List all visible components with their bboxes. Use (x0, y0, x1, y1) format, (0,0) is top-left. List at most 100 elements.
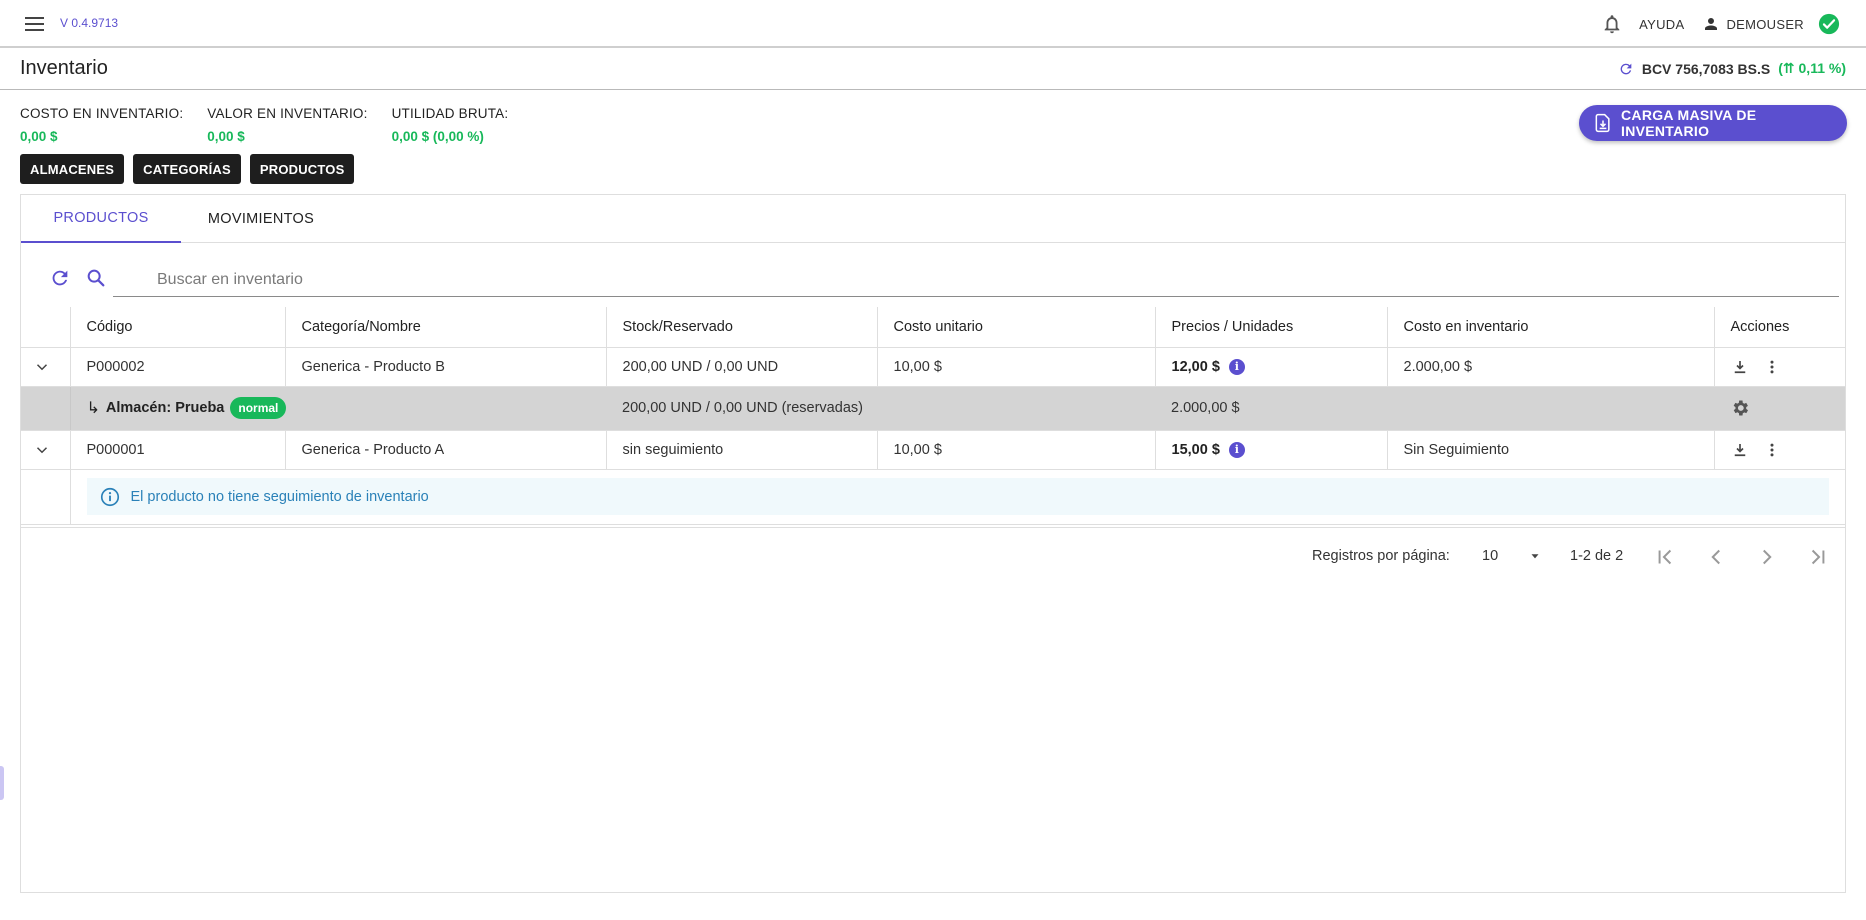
warehouse-row: ↳ Almacén: Prueba normal 200,00 UND / 0,00… (21, 386, 1845, 431)
help-link[interactable]: AYUDA (1639, 17, 1684, 32)
stat-gross-profit: UTILIDAD BRUTA: 0,00 $ (0,00 %) (392, 106, 509, 144)
chevron-down-icon[interactable] (33, 441, 70, 459)
column-header[interactable]: Precios / Unidades (1155, 307, 1388, 348)
product-stock: 200,00 UND / 0,00 UND (606, 347, 878, 387)
actions-cell (1714, 347, 1845, 387)
stat-value: 0,00 $ (20, 129, 58, 144)
section-buttons: ALMACENES CATEGORÍAS PRODUCTOS (20, 154, 355, 184)
tab-products[interactable]: PRODUCTOS (21, 195, 181, 243)
stat-label: COSTO EN INVENTARIO: (20, 106, 184, 121)
alert-row: El producto no tiene seguimiento de inve… (21, 469, 1845, 525)
rows-per-page-label: Registros por página: (1312, 548, 1450, 564)
file-download-icon (1593, 113, 1621, 133)
stat-label: VALOR EN INVENTARIO: (207, 106, 368, 121)
tab-movements[interactable]: MOVIMIENTOS (181, 195, 341, 243)
exchange-rate: BCV 756,7083 BS.S (⇈ 0,11 %) (1618, 60, 1846, 77)
rows-per-page-value: 10 (1482, 548, 1499, 564)
column-header-expand (21, 307, 71, 348)
side-handle[interactable] (0, 766, 4, 800)
alert-spacer (21, 469, 71, 525)
pagination: Registros por página: 10 1-2 de 2 (21, 527, 1845, 587)
warehouse-name-cell: ↳ Almacén: Prueba normal (70, 386, 606, 431)
status-badge: normal (230, 397, 287, 419)
title-bar: Inventario BCV 756,7083 BS.S (⇈ 0,11 %) (0, 48, 1866, 90)
subdirectory-arrow-icon: ↳ (86, 400, 100, 417)
chevron-left-icon[interactable] (1703, 544, 1729, 570)
column-header[interactable]: Stock/Reservado (606, 307, 878, 348)
actions-cell (1714, 430, 1845, 470)
stat-cost: COSTO EN INVENTARIO: 0,00 $ (20, 106, 183, 144)
table-row: P000001 Generica - Producto A sin seguim… (21, 430, 1845, 470)
column-header[interactable]: Código (70, 307, 286, 348)
inventory-stats: COSTO EN INVENTARIO: 0,00 $ VALOR EN INV… (20, 106, 508, 144)
first-page-icon[interactable] (1652, 544, 1678, 570)
more-vert-icon[interactable] (1763, 358, 1781, 376)
stat-label: UTILIDAD BRUTA: (391, 106, 509, 121)
search-icon (85, 267, 107, 289)
check-circle-icon (1818, 13, 1840, 35)
warehouse-value: 2.000,00 $ (1155, 386, 1714, 431)
table-row: P000002 Generica - Producto B 200,00 UND… (21, 347, 1845, 387)
info-outline-icon (99, 486, 131, 508)
bulk-upload-button[interactable]: CARGA MASIVA DE INVENTARIO (1579, 105, 1847, 141)
more-vert-icon[interactable] (1763, 441, 1781, 459)
product-name: Generica - Producto B (285, 347, 607, 387)
column-header: Acciones (1714, 307, 1845, 348)
exchange-rate-value: BCV 756,7083 BS.S (1641, 60, 1771, 77)
product-stock: sin seguimiento (606, 430, 878, 470)
product-price: 15,00 $ (1171, 441, 1220, 458)
rows-per-page-select[interactable]: 10 (1482, 548, 1542, 564)
warehouses-button[interactable]: ALMACENES (20, 154, 125, 184)
product-inventory-cost: Sin Seguimiento (1387, 430, 1715, 470)
warehouse-stock: 200,00 UND / 0,00 UND (reservadas) (606, 386, 1155, 431)
bell-icon[interactable] (1601, 13, 1623, 35)
last-page-icon[interactable] (1805, 544, 1831, 570)
categories-button[interactable]: CATEGORÍAS (133, 154, 241, 184)
stat-value-inventory: VALOR EN INVENTARIO: 0,00 $ (207, 106, 367, 144)
stat-value: 0,00 $ (207, 129, 245, 144)
expand-cell (21, 347, 71, 387)
column-header[interactable]: Costo en inventario (1387, 307, 1715, 348)
download-icon[interactable] (1731, 358, 1749, 376)
bulk-upload-label: CARGA MASIVA DE INVENTARIO (1621, 107, 1757, 139)
table-header: Código Categoría/Nombre Stock/Reservado … (21, 307, 1845, 348)
alert-message: El producto no tiene seguimiento de inve… (130, 488, 429, 505)
info-icon[interactable]: i (1228, 358, 1245, 375)
info-icon[interactable]: i (1228, 441, 1245, 458)
product-unit-cost: 10,00 $ (877, 347, 1156, 387)
product-price: 12,00 $ (1171, 358, 1220, 375)
alert-cell: El producto no tiene seguimiento de inve… (70, 469, 1845, 525)
dropdown-arrow-icon (1528, 549, 1542, 563)
product-inventory-cost: 2.000,00 $ (1387, 347, 1715, 387)
download-icon[interactable] (1731, 441, 1749, 459)
tab-bar: PRODUCTOS MOVIMIENTOS (21, 195, 1845, 243)
column-header[interactable]: Categoría/Nombre (285, 307, 607, 348)
app-version: V 0.4.9713 (60, 16, 119, 30)
warehouse-actions (1714, 386, 1845, 431)
search-bar (49, 261, 1839, 297)
chevron-right-icon[interactable] (1754, 544, 1780, 570)
info-alert: El producto no tiene seguimiento de inve… (86, 478, 1829, 515)
products-button[interactable]: PRODUCTOS (249, 154, 355, 184)
refresh-icon[interactable] (49, 267, 71, 289)
chevron-down-icon[interactable] (33, 358, 70, 376)
product-code: P000001 (70, 430, 286, 470)
user-name: DEMOUSER (1726, 16, 1804, 32)
page-range: 1-2 de 2 (1570, 548, 1624, 564)
product-price-cell: 12,00 $ i (1155, 347, 1388, 387)
stat-value: 0,00 $ (0,00 %) (391, 129, 484, 144)
page-title: Inventario (20, 57, 108, 79)
person-icon (1702, 15, 1720, 33)
user-menu[interactable]: DEMOUSER (1702, 15, 1804, 33)
warehouse-name: Almacén: Prueba (105, 400, 225, 416)
product-code: P000002 (70, 347, 286, 387)
exchange-rate-change: (⇈ 0,11 %) (1778, 60, 1846, 76)
search-input[interactable] (113, 261, 1839, 297)
menu-icon[interactable] (22, 12, 48, 36)
expand-cell (21, 430, 71, 470)
product-name: Generica - Producto A (285, 430, 607, 470)
gear-icon[interactable] (1730, 398, 1845, 418)
column-header[interactable]: Costo unitario (877, 307, 1156, 348)
warehouse-spacer (21, 386, 71, 431)
refresh-icon[interactable] (1618, 61, 1642, 77)
